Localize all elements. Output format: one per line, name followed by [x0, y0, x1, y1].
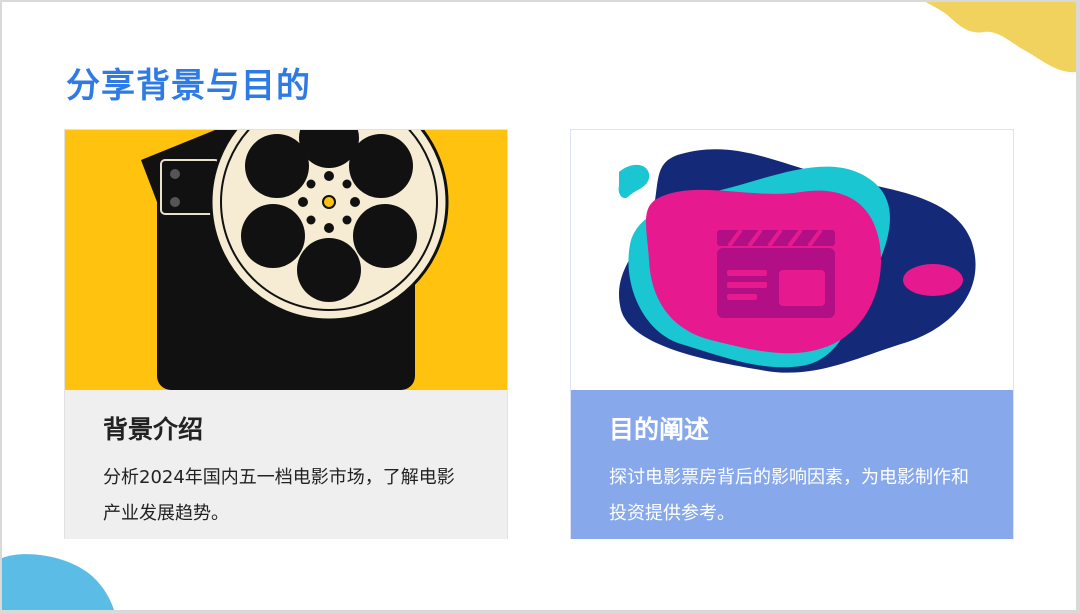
film-reel-clapperboard-icon [65, 130, 507, 390]
slide: 分享背景与目的 背景介绍 分析2024年国内五一档电影市场，了解电影产业发展趋势… [2, 2, 1076, 610]
card-text-panel: 目的阐述 探讨电影票房背后的影响因素，为电影制作和投资提供参考。 [571, 390, 1013, 539]
card-image [65, 130, 507, 390]
clapperboard-blob-icon [571, 130, 1013, 390]
card-purpose: 目的阐述 探讨电影票房背后的影响因素，为电影制作和投资提供参考。 [570, 129, 1014, 539]
decorative-blob-yellow [926, 2, 1076, 73]
page-title: 分享背景与目的 [66, 66, 311, 106]
card-text-panel: 背景介绍 分析2024年国内五一档电影市场，了解电影产业发展趋势。 [65, 390, 507, 539]
card-description: 分析2024年国内五一档电影市场，了解电影产业发展趋势。 [103, 467, 455, 524]
card-image [571, 130, 1013, 390]
card-description: 探讨电影票房背后的影响因素，为电影制作和投资提供参考。 [609, 467, 969, 524]
card-heading: 背景介绍 [103, 415, 204, 444]
decorative-blob-blue [2, 554, 114, 610]
card-heading: 目的阐述 [609, 415, 710, 444]
card-background: 背景介绍 分析2024年国内五一档电影市场，了解电影产业发展趋势。 [64, 129, 508, 539]
